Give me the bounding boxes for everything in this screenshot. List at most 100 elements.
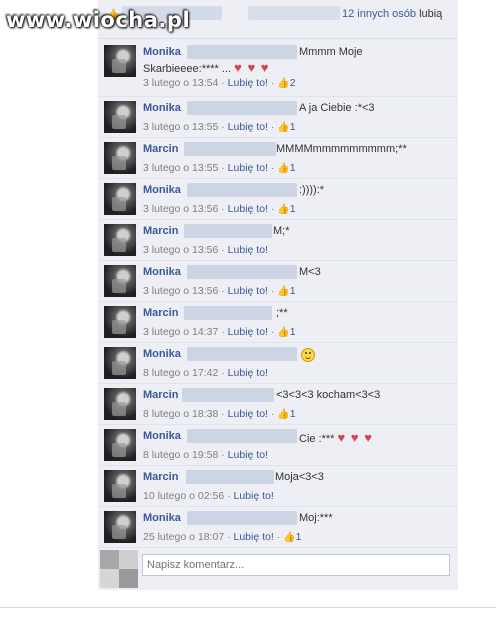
comment-item: Monika 8 lutego o 17:42 · Lubię to! (98, 343, 458, 384)
comment-author[interactable]: Marcin (143, 471, 178, 483)
comment-time[interactable]: 3 lutego o 13:56 (143, 285, 218, 297)
others-like-link[interactable]: 12 innych osób (342, 8, 416, 20)
like-count[interactable]: 👍1 (277, 408, 295, 420)
comment-author[interactable]: Monika (143, 512, 181, 524)
like-button[interactable]: Lubię to! (228, 326, 268, 338)
comment-author[interactable]: Monika (143, 430, 181, 442)
avatar[interactable] (104, 224, 136, 256)
comment-time[interactable]: 3 lutego o 13:56 (143, 203, 218, 215)
thumbs-up-icon: 👍 (277, 204, 290, 215)
comment-text-line2: Skarbieeee:**** ... (143, 63, 232, 75)
comment-author[interactable]: Marcin (143, 143, 178, 155)
comment-author[interactable]: Marcin (143, 389, 178, 401)
thumbs-up-icon: 👍 (277, 122, 290, 133)
comment-time[interactable]: 3 lutego o 13:54 (143, 77, 218, 89)
avatar[interactable] (104, 388, 136, 420)
comment-author[interactable]: Marcin (143, 225, 178, 237)
comment-text: MMMMmmmmmmmmm;** (276, 143, 407, 155)
blurred-surname (187, 511, 297, 525)
thumbs-up-icon: 👍 (277, 327, 290, 338)
avatar[interactable] (104, 470, 136, 502)
divider (0, 607, 496, 608)
comment-item: Monika :)))):* 3 lutego o 13:56 · Lubię … (98, 179, 458, 220)
like-count[interactable]: 👍1 (277, 162, 295, 174)
blurred-names (248, 6, 340, 20)
avatar[interactable] (104, 306, 136, 338)
avatar[interactable] (104, 265, 136, 297)
comment-text: Moj:*** (299, 512, 333, 524)
comment-text: A ja Ciebie :*<3 (299, 102, 375, 114)
comment-time[interactable]: 8 lutego o 18:38 (143, 408, 218, 420)
like-button[interactable]: Lubię to! (228, 77, 268, 89)
like-count[interactable]: 👍1 (277, 203, 295, 215)
blurred-surname (186, 470, 274, 484)
likes-suffix: lubią (419, 8, 443, 20)
avatar[interactable] (104, 45, 136, 77)
avatar[interactable] (104, 511, 136, 543)
comment-time[interactable]: 8 lutego o 17:42 (143, 367, 218, 379)
smiley-icon (301, 348, 315, 362)
avatar (100, 550, 138, 588)
comment-item: Marcin MMMMmmmmmmmmm;** 3 lutego o 13:55… (98, 138, 458, 179)
like-button[interactable]: Lubię to! (228, 408, 268, 420)
comment-item: Monika M<3 3 lutego o 13:56 · Lubię to! … (98, 261, 458, 302)
blurred-surname (187, 265, 297, 279)
like-count[interactable]: 👍2 (277, 77, 295, 89)
avatar[interactable] (104, 429, 136, 461)
comment-text: Moja<3<3 (275, 471, 324, 483)
avatar[interactable] (104, 142, 136, 174)
blurred-surname (184, 306, 272, 320)
like-button[interactable]: Lubię to! (228, 244, 268, 256)
comment-time[interactable]: 25 lutego o 18:07 (143, 531, 224, 543)
like-button[interactable]: Lubię to! (228, 367, 268, 379)
comment-author[interactable]: Marcin (143, 307, 178, 319)
like-button[interactable]: Lubię to! (228, 203, 268, 215)
comment-author[interactable]: Monika (143, 102, 181, 114)
comment-text: :)))):* (299, 184, 325, 196)
comment-time[interactable]: 3 lutego o 14:37 (143, 326, 218, 338)
like-button[interactable]: Lubię to! (228, 162, 268, 174)
comment-text: M<3 (299, 266, 321, 278)
comment-author[interactable]: Monika (143, 46, 181, 58)
like-count[interactable]: 👍1 (283, 531, 301, 543)
comment-time[interactable]: 3 lutego o 13:55 (143, 162, 218, 174)
like-button[interactable]: Lubię to! (228, 449, 268, 461)
avatar[interactable] (104, 101, 136, 133)
comments-panel: 👍 12 innych osób lubią Monika Mmmm Moje … (98, 0, 458, 590)
like-button[interactable]: Lubię to! (234, 490, 274, 502)
blurred-surname (184, 142, 276, 156)
comment-text: ;** (276, 307, 288, 319)
comment-item: Marcin Moja<3<3 10 lutego o 02:56 · Lubi… (98, 466, 458, 507)
comment-time[interactable]: 3 lutego o 13:56 (143, 244, 218, 256)
heart-icons: ♥ ♥ ♥ (234, 60, 270, 75)
thumbs-up-icon: 👍 (277, 286, 290, 297)
comment-time[interactable]: 8 lutego o 19:58 (143, 449, 218, 461)
comment-author[interactable]: Monika (143, 266, 181, 278)
blurred-surname (187, 347, 297, 361)
like-count[interactable]: 👍1 (277, 285, 295, 297)
like-button[interactable]: Lubię to! (228, 285, 268, 297)
comment-text: Cie :*** (299, 433, 335, 445)
comment-item: Monika A ja Ciebie :*<3 3 lutego o 13:55… (98, 97, 458, 138)
comment-input[interactable] (142, 554, 450, 576)
comment-time[interactable]: 3 lutego o 13:55 (143, 121, 218, 133)
comment-item: Monika Cie :*** ♥ ♥ ♥ 8 lutego o 19:58 ·… (98, 425, 458, 466)
comment-author[interactable]: Monika (143, 184, 181, 196)
thumbs-up-icon: 👍 (277, 163, 290, 174)
like-count[interactable]: 👍1 (277, 326, 295, 338)
comment-item: Monika Mmmm Moje Skarbieeee:**** ... ♥ ♥… (98, 41, 458, 97)
avatar[interactable] (104, 347, 136, 379)
avatar[interactable] (104, 183, 136, 215)
comment-author[interactable]: Monika (143, 348, 181, 360)
like-button[interactable]: Lubię to! (228, 121, 268, 133)
comment-item: Marcin ;** 3 lutego o 14:37 · Lubię to! … (98, 302, 458, 343)
comment-item: Marcin M;* 3 lutego o 13:56 · Lubię to! (98, 220, 458, 261)
comment-text: <3<3<3 kocham<3<3 (276, 389, 381, 401)
thumbs-up-icon: 👍 (277, 409, 290, 420)
thumbs-up-icon: 👍 (283, 532, 296, 543)
watermark: www.wiocha.pl (6, 8, 191, 32)
like-button[interactable]: Lubię to! (234, 531, 274, 543)
comment-time[interactable]: 10 lutego o 02:56 (143, 490, 224, 502)
like-count[interactable]: 👍1 (277, 121, 295, 133)
blurred-surname (187, 183, 297, 197)
